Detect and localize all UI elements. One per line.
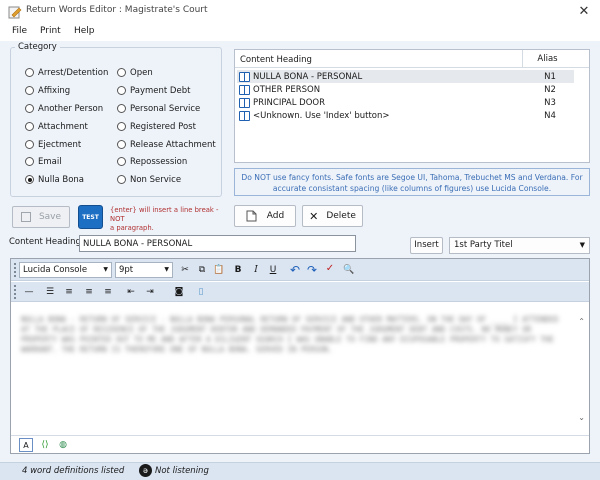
format-toolbar: Lucida Console ▼ 9pt ▼ ✂ ⧉ 📋 B I U ↶ ↷ ✓ 🔍 [11, 259, 589, 281]
align-right-icon[interactable]: ≡ [101, 285, 115, 299]
editor-view-toolbar: A ⟨⟩ ◍ [11, 435, 589, 453]
paste-icon[interactable]: 📋 [212, 263, 226, 277]
app-edit-icon [8, 6, 22, 19]
radio-registered-post[interactable]: Registered Post [117, 120, 196, 133]
toolbar-grip[interactable] [14, 285, 16, 299]
list-item[interactable]: NULLA BONA - PERSONAL N1 [237, 70, 574, 83]
toolbar-grip[interactable] [14, 263, 16, 277]
copy-icon[interactable]: ⧉ [195, 263, 209, 277]
scroll-down-icon[interactable]: ⌄ [578, 413, 585, 422]
undo-icon[interactable]: ↶ [288, 263, 302, 277]
col-content-heading[interactable]: Content Heading [240, 55, 312, 65]
outdent-icon[interactable]: ⇤ [124, 285, 138, 299]
chevron-down-icon: ▼ [579, 241, 585, 249]
preview-globe-icon[interactable]: ◍ [56, 438, 70, 452]
book-icon [239, 85, 250, 95]
scroll-up-icon[interactable]: ⌃ [578, 317, 585, 326]
save-button[interactable]: Save [12, 206, 70, 228]
radio-open[interactable]: Open [117, 66, 153, 79]
horizontal-rule-icon[interactable]: — [22, 285, 36, 299]
list-item[interactable]: PRINCIPAL DOOR N3 [237, 96, 574, 109]
radio-ejectment[interactable]: Ejectment [25, 138, 81, 151]
underline-icon[interactable]: U [266, 263, 280, 277]
find-binoculars-icon[interactable]: 🔍 [342, 263, 356, 277]
design-view-icon[interactable]: A [19, 438, 33, 452]
align-center-icon[interactable]: ≡ [82, 285, 96, 299]
indent-icon[interactable]: ⇥ [143, 285, 157, 299]
size-select[interactable]: 9pt ▼ [115, 262, 173, 278]
bullet-list-icon[interactable]: ☰ [43, 285, 57, 299]
window-title: Return Words Editor : Magistrate's Court [26, 5, 208, 15]
book-icon [239, 98, 250, 108]
align-left-icon[interactable]: ≡ [62, 285, 76, 299]
close-button[interactable]: ✕ [574, 2, 594, 22]
spellcheck-icon[interactable]: ✓ [323, 262, 337, 276]
radio-payment-debt[interactable]: Payment Debt [117, 84, 190, 97]
list-header: Content Heading Alias [235, 50, 589, 68]
definitions-count: 4 word definitions listed [22, 466, 125, 476]
line-break-hint: {enter} will insert a line break - NOT a… [110, 206, 219, 232]
radio-another-person[interactable]: Another Person [25, 102, 103, 115]
save-icon [20, 212, 31, 222]
menu-file[interactable]: File [12, 26, 27, 36]
listening-status: Not listening [155, 466, 209, 476]
cut-icon[interactable]: ✂ [178, 263, 192, 277]
category-legend: Category [15, 42, 60, 52]
delete-button[interactable]: ✕ Delete [302, 205, 363, 227]
list-item[interactable]: OTHER PERSON N2 [237, 83, 574, 96]
book-icon [239, 111, 250, 121]
delete-x-icon: ✕ [309, 209, 319, 223]
redo-icon[interactable]: ↷ [305, 263, 319, 277]
dictation-icon[interactable]: ◙ [172, 285, 186, 299]
paragraph-toolbar: — ☰ ≡ ≡ ≡ ⇤ ⇥ ◙ ▯ [11, 282, 589, 302]
radio-personal-service[interactable]: Personal Service [117, 102, 200, 115]
rich-text-editor: Lucida Console ▼ 9pt ▼ ✂ ⧉ 📋 B I U ↶ ↷ ✓ 🔍… [10, 258, 590, 454]
content-heading-input[interactable]: NULLA BONA - PERSONAL [79, 235, 356, 252]
test-button[interactable]: TEST [78, 205, 103, 229]
editor-text: NULLA BONA - RETURN OF SERVICE - NULLA B… [21, 315, 559, 354]
add-button[interactable]: Add [234, 205, 296, 227]
radio-attachment[interactable]: Attachment [25, 120, 88, 133]
menu-help[interactable]: Help [74, 26, 95, 36]
title-bar: Return Words Editor : Magistrate's Court… [0, 0, 600, 24]
italic-icon[interactable]: I [249, 263, 263, 277]
radio-repossession[interactable]: Repossession [117, 155, 187, 168]
content-heading-label: Content Heading [9, 237, 81, 247]
menu-bar: File Print Help [0, 24, 600, 41]
list-item[interactable]: <Unknown. Use 'Index' button> N4 [237, 109, 574, 122]
radio-release-attachment[interactable]: Release Attachment [117, 138, 216, 151]
bold-icon[interactable]: B [231, 263, 245, 277]
col-alias[interactable]: Alias [522, 50, 572, 67]
book-icon [239, 72, 250, 82]
radio-email[interactable]: Email [25, 155, 62, 168]
editor-body[interactable]: NULLA BONA - RETURN OF SERVICE - NULLA B… [11, 303, 589, 433]
radio-arrest-detention[interactable]: Arrest/Detention [25, 66, 108, 79]
new-document-icon [246, 210, 257, 222]
insert-field-select[interactable]: 1st Party Titel ▼ [449, 237, 590, 254]
category-group: Category Arrest/Detention Affixing Anoth… [10, 42, 222, 197]
radio-nulla-bona[interactable]: Nulla Bona [25, 173, 84, 186]
menu-print[interactable]: Print [40, 26, 61, 36]
ear-icon: ə [139, 464, 152, 477]
status-bar: 4 word definitions listed ə Not listenin… [0, 462, 600, 480]
source-view-icon[interactable]: ⟨⟩ [38, 438, 52, 452]
font-note: Do NOT use fancy fonts. Safe fonts are S… [234, 168, 590, 196]
radio-non-service[interactable]: Non Service [117, 173, 181, 186]
insert-button[interactable]: Insert [410, 237, 443, 254]
radio-affixing[interactable]: Affixing [25, 84, 70, 97]
clear-format-icon[interactable]: ▯ [194, 285, 208, 299]
font-select[interactable]: Lucida Console ▼ [19, 262, 112, 278]
heading-list[interactable]: Content Heading Alias NULLA BONA - PERSO… [234, 49, 590, 163]
